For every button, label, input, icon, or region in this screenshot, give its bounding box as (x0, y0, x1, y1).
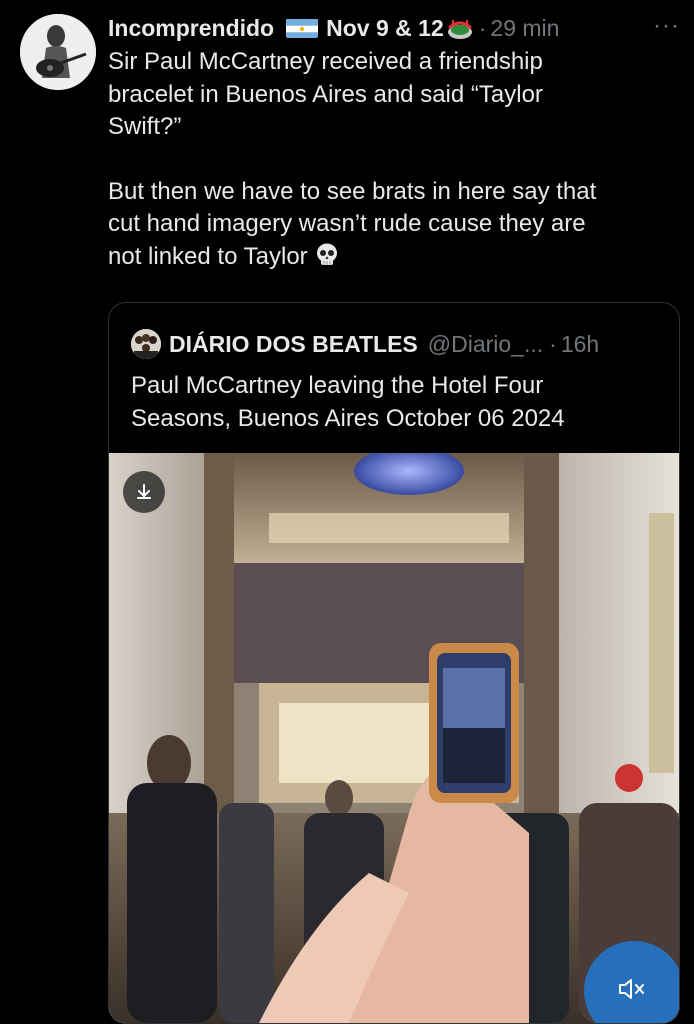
timestamp[interactable]: 29 min (490, 15, 559, 42)
tweet-body: Sir Paul McCartney received a friendship… (108, 46, 678, 273)
quoted-author-avatar[interactable] (131, 329, 161, 359)
tweet-paragraph-2-text: But then we have to see brats in here sa… (108, 177, 597, 270)
author-avatar[interactable] (20, 14, 96, 90)
tweet-paragraph-2: But then we have to see brats in here sa… (108, 176, 678, 274)
argentina-flag-icon (286, 18, 319, 38)
quoted-author-name[interactable]: DIÁRIO DOS BEATLES (169, 331, 418, 358)
tweet-paragraph-1: Sir Paul McCartney received a friendship… (108, 48, 543, 140)
stadium-icon (447, 16, 473, 40)
author-handle[interactable]: Nov 9 & 12 (326, 15, 444, 42)
quoted-tweet-card[interactable]: DIÁRIO DOS BEATLES @Diario_... · 16h Pau… (108, 302, 680, 1024)
skull-emoji-icon (314, 242, 340, 268)
header-separator: · (478, 14, 487, 41)
quoted-author-handle[interactable]: @Diario_... (428, 331, 543, 358)
more-options-icon[interactable]: ··· (653, 12, 680, 40)
quoted-tweet-text: Paul McCartney leaving the Hotel Four Se… (131, 372, 565, 432)
quoted-tweet-header: DIÁRIO DOS BEATLES @Diario_... · 16h (131, 329, 599, 359)
tweet-header: Incomprendido Nov 9 & 12 · 29 min (108, 12, 680, 44)
quoted-timestamp[interactable]: 16h (561, 331, 599, 358)
quoted-header-separator: · (549, 330, 557, 357)
download-icon[interactable] (123, 471, 165, 513)
video-player[interactable] (109, 453, 679, 1023)
video-frame (109, 453, 679, 1023)
author-name[interactable]: Incomprendido (108, 15, 274, 42)
